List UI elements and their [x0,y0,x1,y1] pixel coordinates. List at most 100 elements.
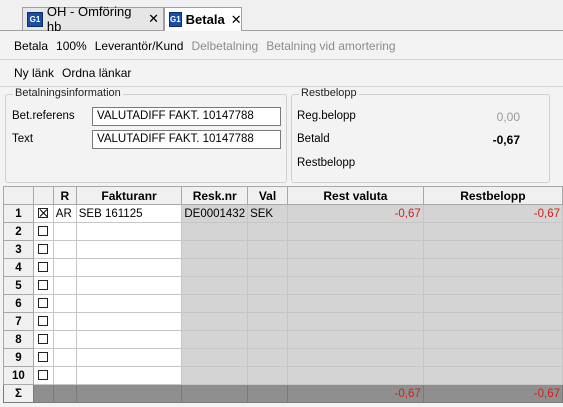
cell-resknr [181,240,249,259]
sum-cell [247,384,288,403]
cell-fakturanr[interactable] [75,366,183,385]
link-toolbar: Ny länk Ordna länkar [0,60,563,86]
cell-fakturanr[interactable] [75,348,183,367]
cell-r[interactable] [52,312,77,331]
row-number: 8 [3,330,34,349]
cell-fakturanr[interactable] [75,222,183,241]
row-number: 2 [3,222,34,241]
cell-fakturanr[interactable] [75,258,183,277]
cell-r[interactable] [52,258,77,277]
cell-r[interactable] [52,348,77,367]
text-field[interactable]: VALUTADIFF FAKT. 10147788 [92,130,281,149]
cell-val [247,312,288,331]
cell-val [247,222,288,241]
table-row[interactable]: 1 AR SEB 161125 DE0001432 SEK -0,67 -0,67 [3,204,563,223]
cell-resknr [181,330,249,349]
cell-fakturanr[interactable]: SEB 161125 [75,204,183,223]
cell-rest-valuta [286,294,424,313]
row-checkbox[interactable] [32,330,54,349]
checkbox-icon[interactable] [38,334,49,345]
tab-title: Betala [185,12,225,27]
cell-val [247,330,288,349]
cell-resknr [181,258,249,277]
bet-referens-field[interactable]: VALUTADIFF FAKT. 10147788 [92,107,281,126]
column-header-fakturanr[interactable]: Fakturanr [75,186,183,205]
checkbox-icon[interactable] [38,226,49,237]
row-number: 3 [3,240,34,259]
cell-resknr [181,348,249,367]
cell-fakturanr[interactable] [75,276,183,295]
table-row[interactable]: 10 [3,366,563,385]
ordna-lankar-button[interactable]: Ordna länkar [58,66,135,80]
row-number: 4 [3,258,34,277]
cell-r[interactable] [52,222,77,241]
cell-rest-valuta [286,258,424,277]
cell-restbelopp [422,348,563,367]
cell-r[interactable]: AR [52,204,77,223]
row-checkbox[interactable] [32,366,54,385]
payment-grid: R Fakturanr Resk.nr Val Rest valuta Rest… [3,186,563,403]
cell-fakturanr[interactable] [75,294,183,313]
column-header-rest-valuta[interactable]: Rest valuta [286,186,424,205]
cell-fakturanr[interactable] [75,240,183,259]
table-row[interactable]: 4 [3,258,563,277]
restbelopp-group: Restbelopp Reg.belopp 0,00 Betald -0,67 … [291,87,550,183]
row-checkbox[interactable] [32,294,54,313]
checkbox-header [32,186,54,205]
cell-val [247,276,288,295]
column-header-val[interactable]: Val [247,186,288,205]
row-checkbox[interactable] [32,240,54,259]
cell-fakturanr[interactable] [75,330,183,349]
ny-lank-button[interactable]: Ny länk [10,66,58,80]
row-checkbox[interactable] [32,348,54,367]
tab-betala[interactable]: G1 Betala ✕ [164,7,242,31]
cell-fakturanr[interactable] [75,312,183,331]
table-row[interactable]: 5 [3,276,563,295]
table-row[interactable]: 7 [3,312,563,331]
row-checkbox[interactable] [32,276,54,295]
table-row[interactable]: 8 [3,330,563,349]
table-row[interactable]: 6 [3,294,563,313]
cell-r[interactable] [52,294,77,313]
tab-title: OH - Omföring hb [46,4,132,34]
row-checkbox[interactable] [32,222,54,241]
cell-r[interactable] [52,240,77,259]
table-row[interactable]: 3 [3,240,563,259]
column-header-resknr[interactable]: Resk.nr [181,186,249,205]
checked-checkbox-icon[interactable] [38,208,49,219]
leverantor-kund-button[interactable]: Leverantör/Kund [91,39,188,53]
table-row[interactable]: 2 [3,222,563,241]
cell-restbelopp [422,222,563,241]
betald-value: -0,67 [492,133,520,147]
cell-r[interactable] [52,366,77,385]
row-checkbox[interactable] [32,312,54,331]
delbetalning-button[interactable]: Delbetalning [187,39,262,53]
cell-r[interactable] [52,330,77,349]
tab-oh-omforing[interactable]: G1 OH - Omföring hb ✕ [22,4,164,34]
cell-restbelopp [422,312,563,331]
cell-r[interactable] [52,276,77,295]
betalning-vid-amortering-button[interactable]: Betalning vid amortering [262,39,399,53]
close-icon[interactable]: ✕ [148,11,159,27]
betala-button[interactable]: Betala [10,39,52,53]
column-header-r[interactable]: R [52,186,77,205]
table-row[interactable]: 9 [3,348,563,367]
restbelopp-label: Restbelopp [297,157,356,169]
checkbox-icon[interactable] [38,280,49,291]
cell-restbelopp [422,294,563,313]
cell-val: SEK [247,204,288,223]
checkbox-icon[interactable] [38,244,49,255]
checkbox-icon[interactable] [38,298,49,309]
row-checkbox[interactable] [32,204,54,223]
checkbox-icon[interactable] [38,370,49,381]
row-checkbox[interactable] [32,258,54,277]
checkbox-icon[interactable] [38,316,49,327]
checkbox-icon[interactable] [38,262,49,273]
checkbox-icon[interactable] [38,352,49,363]
column-header-restbelopp[interactable]: Restbelopp [422,186,563,205]
percent-100-button[interactable]: 100% [52,39,91,53]
cell-val [247,258,288,277]
close-icon[interactable]: ✕ [231,12,242,28]
reg-belopp-label: Reg.belopp [297,110,356,122]
row-number: 5 [3,276,34,295]
